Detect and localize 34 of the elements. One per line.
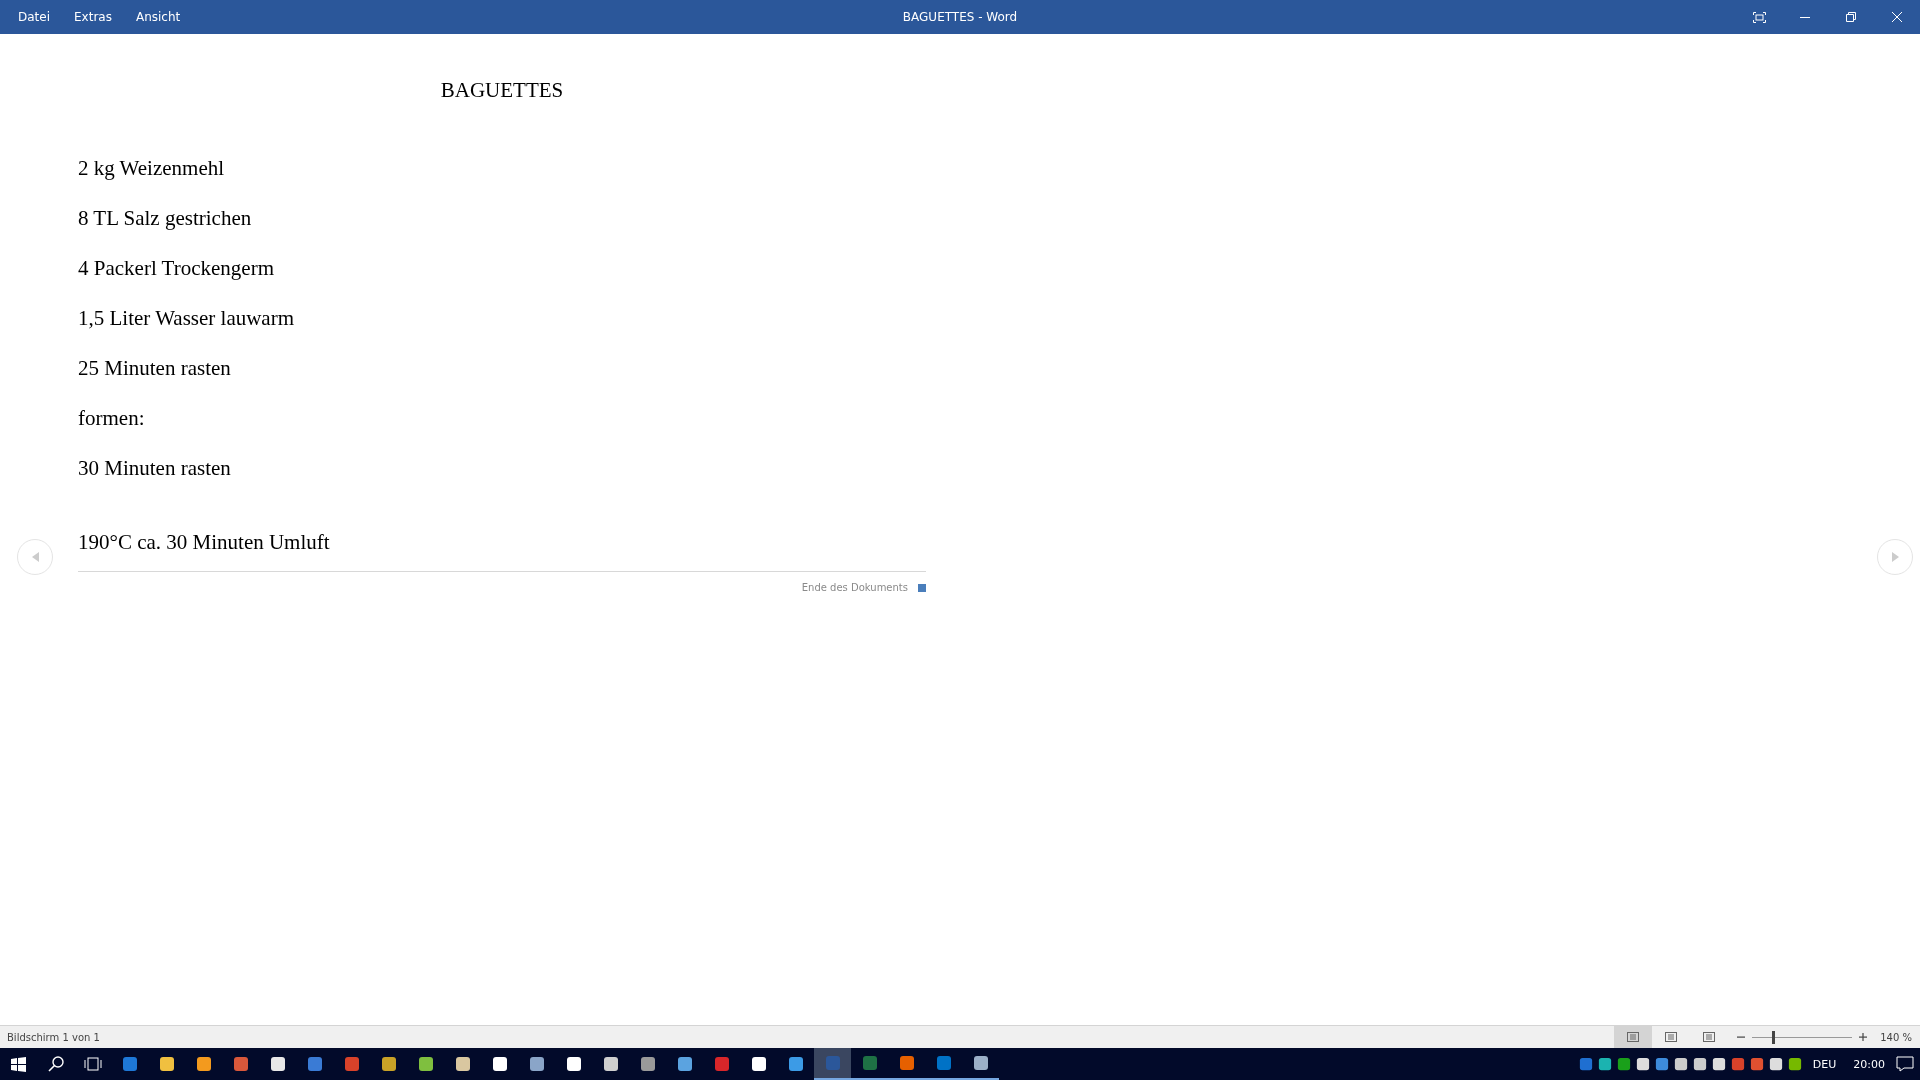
menu-item[interactable]: Ansicht bbox=[123, 0, 193, 34]
end-of-document-label: Ende des Dokuments bbox=[801, 582, 908, 593]
right-triangle-icon bbox=[1891, 552, 1899, 562]
page-indicator: Bildschirm 1 von 1 bbox=[7, 1031, 100, 1043]
zoom-level[interactable]: 140 % bbox=[1870, 1031, 1920, 1043]
windows-logo-icon bbox=[11, 1056, 26, 1072]
plus-icon bbox=[1859, 1033, 1868, 1041]
zoom-slider-thumb[interactable] bbox=[1772, 1030, 1776, 1044]
clock[interactable]: 20:00 bbox=[1847, 1057, 1891, 1071]
recipe-line: 30 Minuten rasten bbox=[78, 456, 231, 480]
page-icon bbox=[1664, 1031, 1679, 1043]
window-title: BAGUETTES - Word bbox=[902, 10, 1018, 24]
search-icon bbox=[47, 1056, 64, 1072]
minimize-icon bbox=[1800, 16, 1810, 18]
task-view-icon bbox=[83, 1057, 102, 1071]
close-icon bbox=[1892, 12, 1902, 22]
recipe-line: 25 Minuten rasten bbox=[78, 356, 231, 380]
menu-item[interactable]: Extras bbox=[62, 0, 124, 34]
document-title: BAGUETTES bbox=[440, 78, 564, 102]
left-triangle-icon bbox=[31, 552, 39, 562]
square-icon bbox=[1616, 1057, 1631, 1071]
menu-item[interactable]: Datei bbox=[6, 0, 62, 34]
read-mode-button[interactable] bbox=[1614, 1026, 1653, 1048]
input-language[interactable]: DEU bbox=[1806, 1057, 1843, 1071]
recipe-line: 8 TL Salz gestrichen bbox=[78, 206, 252, 230]
notification-icon[interactable] bbox=[1896, 1056, 1914, 1072]
recipe-line: 1,5 Liter Wasser lauwarm bbox=[78, 306, 295, 330]
recipe-line: 4 Packerl Trockengerm bbox=[78, 256, 274, 280]
end-marker bbox=[918, 583, 926, 592]
restore-icon bbox=[1846, 12, 1856, 22]
recipe-line: formen: bbox=[78, 406, 145, 430]
full-screen-icon bbox=[1752, 11, 1766, 23]
recipe-line: 190°C ca. 30 Minuten Umluft bbox=[78, 530, 330, 554]
recipe-line: 2 kg Weizenmehl bbox=[78, 156, 225, 180]
